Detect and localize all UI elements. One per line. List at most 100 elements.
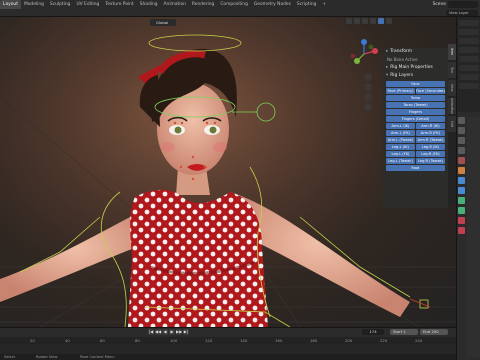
data-properties-icon[interactable] [458,217,465,224]
rig-layer-toggle-button[interactable]: Arm.R (IK) [416,123,445,129]
rig-layer-toggle-button[interactable]: Arm.L (Tweak) [386,137,415,143]
tab-view[interactable]: View [448,80,456,96]
modifier-properties-icon[interactable] [458,177,465,184]
ruler-tick-label: 220 [380,338,388,343]
rig-layer-row: Arm.L (Tweak) Arm.R (Tweak) [386,137,445,143]
rig-layer-toggle-button[interactable]: Leg.L (Tweak) [386,158,415,164]
rendered-shading-icon[interactable] [386,18,392,24]
properties-editor [456,17,480,360]
rig-props-panel-header[interactable]: ▸ Rig Main Properties [383,64,448,72]
rig-layer-toggle-button[interactable]: Face (Primary) [386,88,415,94]
jump-start-button[interactable]: |◀ [148,329,154,335]
constraints-properties-icon[interactable] [458,207,465,214]
render-properties-icon[interactable] [458,127,465,134]
rig-layer-toggle-button[interactable]: Fingers (Detail) [386,116,445,122]
properties-tab-icons [458,117,466,234]
outliner-row[interactable] [459,38,479,44]
jump-keyframe-forward-button[interactable]: ▶▶ [176,329,182,335]
particles-properties-icon[interactable] [458,187,465,194]
outliner-row[interactable] [459,47,479,53]
end-label: End [423,329,431,334]
zoom-icon[interactable] [364,73,372,81]
tab-uv-editing[interactable]: UV Editing [73,0,102,9]
end-value: 250 [431,329,439,334]
tool-properties-icon[interactable] [458,117,465,124]
view-layer-selector[interactable]: View Layer [446,10,478,16]
play-button[interactable]: ▶ [169,329,175,335]
frame-ruler[interactable]: 20 40 60 80 100 120 140 160 180 200 220 240 [0,337,456,344]
current-frame-field[interactable]: 174 [362,329,384,335]
perspective-icon[interactable] [364,103,372,111]
rig-layer-toggle-button[interactable]: Face (Secondary) [416,88,445,94]
start-frame-field[interactable]: Start 1 [390,329,418,335]
tab-rendering[interactable]: Rendering [189,0,217,9]
tab-animation[interactable]: Animation [161,0,189,9]
jump-end-button[interactable]: ▶| [183,329,189,335]
solid-shading-icon[interactable] [370,18,376,24]
status-rotate: Rotate View [36,355,58,359]
timeline-track[interactable] [0,344,456,354]
rig-layer-toggle-button[interactable]: Leg.R (FK) [416,151,445,157]
rig-layer-toggle-button[interactable]: Leg.R (IK) [416,144,445,150]
play-reverse-button[interactable]: ◀ [162,329,168,335]
ruler-tick-label: 140 [240,338,248,343]
add-workspace-button[interactable]: + [319,0,329,9]
tab-sculpting[interactable]: Sculpting [47,0,74,9]
transform-panel-header[interactable]: ▸ Transform [383,48,448,56]
rig-layer-toggle-button[interactable]: Arm.L (FK) [386,130,415,136]
rig-layer-toggle-button[interactable]: Leg.R (Tweak) [416,158,445,164]
material-shading-icon[interactable] [378,18,384,24]
rig-layer-toggle-button[interactable]: Arm.R (FK) [416,130,445,136]
scene-properties-icon[interactable] [458,157,465,164]
ruler-tick-label: 60 [100,338,105,343]
outliner-row[interactable] [459,56,479,62]
tab-item[interactable]: Item [448,44,456,60]
xray-toggle-icon[interactable] [354,18,360,24]
tab-geometry-nodes[interactable]: Geometry Nodes [251,0,294,9]
tab-animation-sidebar[interactable]: Animation [448,98,456,114]
outliner-row[interactable] [459,20,479,26]
outliner-row[interactable] [459,74,479,80]
rig-layer-toggle-button[interactable]: Leg.L (IK) [386,144,415,150]
object-properties-icon[interactable] [458,167,465,174]
tab-layout[interactable]: Layout [0,0,21,9]
rig-layers-panel-header[interactable]: ▾ Rig Layers [383,72,448,80]
overlay-toggle-icon[interactable] [346,18,352,24]
rig-layer-toggle-button[interactable]: Leg.L (FK) [386,151,415,157]
outliner-row[interactable] [459,83,479,89]
output-properties-icon[interactable] [458,137,465,144]
rig-layer-toggle-button[interactable]: Arm.L (IK) [386,123,415,129]
gizmo-axis-icon[interactable] [349,39,379,69]
outliner[interactable] [457,17,480,112]
camera-icon[interactable] [364,93,372,101]
tab-edit[interactable]: Edit [448,116,456,132]
material-properties-icon[interactable] [458,227,465,234]
physics-properties-icon[interactable] [458,197,465,204]
rig-layer-toggle-button[interactable]: Torso (Tweak) [386,102,445,108]
tab-modeling[interactable]: Modeling [21,0,47,9]
view-layer-properties-icon[interactable] [458,147,465,154]
rig-layer-toggle-button[interactable]: Torso [386,95,445,101]
rig-layer-toggle-button[interactable]: Fingers [386,109,445,115]
transform-orientation-dropdown[interactable]: Global [150,18,176,26]
rig-layer-buttons: Face Face (Primary) Face (Secondary) Torso T… [383,81,448,171]
start-value: 1 [403,329,406,334]
jump-keyframe-back-button[interactable]: ◀◀ [155,329,161,335]
expand-triangle-icon: ▸ [386,65,389,70]
outliner-row[interactable] [459,29,479,35]
outliner-row[interactable] [459,65,479,71]
tab-tool[interactable]: Tool [448,62,456,78]
hand-pan-icon[interactable] [364,83,372,91]
tab-compositing[interactable]: Compositing [217,0,251,9]
rig-layer-toggle-button[interactable]: Arm.R (Tweak) [416,137,445,143]
end-frame-field[interactable]: End 250 [420,329,448,335]
tab-scripting[interactable]: Scripting [294,0,320,9]
tab-shading[interactable]: Shading [137,0,161,9]
properties-content[interactable] [467,117,480,357]
rig-layer-toggle-button[interactable]: Root [386,165,445,171]
tab-texture-paint[interactable]: Texture Paint [102,0,136,9]
rig-layer-toggle-button[interactable]: Face [386,81,445,87]
scene-selector[interactable] [448,1,478,8]
wireframe-shading-icon[interactable] [362,18,368,24]
3d-viewport[interactable]: Global ▸ Transform No Bone Active ▸ Rig Ma… [0,17,456,339]
